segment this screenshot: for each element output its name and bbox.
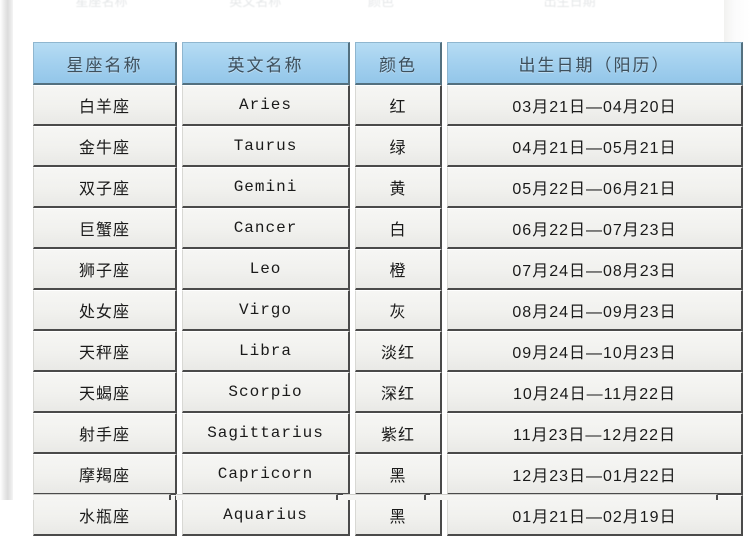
cell-name: 水瓶座 xyxy=(33,495,177,536)
cell-en: Leo xyxy=(182,249,350,290)
cell-color: 深红 xyxy=(355,372,442,413)
clipped-cell xyxy=(33,494,172,500)
cell-en: Scorpio xyxy=(182,372,350,413)
page-edge-shadow-left xyxy=(0,0,13,500)
cell-name: 白羊座 xyxy=(33,85,177,126)
zodiac-sign-table: 星座名称 英文名称 颜色 出生日期（阳历） 白羊座 Aries 红 03月21日—04月20… xyxy=(33,42,743,536)
cell-date: 03月21日—04月20日 xyxy=(447,85,743,126)
ghost-text-fragment: 英文名称 xyxy=(229,0,282,9)
cell-date: 01月21日—02月19日 xyxy=(447,495,743,536)
table-row: 双子座 Gemini 黄 05月22日—06月21日 xyxy=(33,167,743,208)
cell-en: Libra xyxy=(182,331,350,372)
table-row: 金牛座 Taurus 绿 04月21日—05月21日 xyxy=(33,126,743,167)
zodiac-table-container: 星座名称 英文名称 颜色 出生日期（阳历） 白羊座 Aries 红 03月21日—04月20… xyxy=(33,42,743,536)
column-header-en: 英文名称 xyxy=(182,42,350,85)
table-header: 星座名称 英文名称 颜色 出生日期（阳历） xyxy=(33,42,743,85)
cell-name: 金牛座 xyxy=(33,126,177,167)
ghost-text-fragment: 颜色 xyxy=(367,0,394,9)
cell-color: 红 xyxy=(355,85,442,126)
cell-en: Virgo xyxy=(182,290,350,331)
cell-en: Gemini xyxy=(182,167,350,208)
clipped-cell xyxy=(430,494,718,500)
cell-en: Sagittarius xyxy=(182,413,350,454)
cell-color: 黑 xyxy=(355,495,442,536)
column-header-name: 星座名称 xyxy=(33,42,177,85)
cell-color: 绿 xyxy=(355,126,442,167)
cell-date: 10月24日—11月22日 xyxy=(447,372,743,413)
table-row: 狮子座 Leo 橙 07月24日—08月23日 xyxy=(33,249,743,290)
bleed-through-ghost-text: 星座名称 英文名称 颜色 出生日期 xyxy=(33,0,718,10)
cell-name: 天秤座 xyxy=(33,331,177,372)
cell-date: 12月23日—01月22日 xyxy=(447,454,743,495)
cell-date: 04月21日—05月21日 xyxy=(447,126,743,167)
cell-en: Aries xyxy=(182,85,350,126)
cell-color: 橙 xyxy=(355,249,442,290)
column-header-date: 出生日期（阳历） xyxy=(447,42,743,85)
table-row: 天蝎座 Scorpio 深红 10月24日—11月22日 xyxy=(33,372,743,413)
cell-date: 09月24日—10月23日 xyxy=(447,331,743,372)
table-row: 射手座 Sagittarius 紫红 11月23日—12月22日 xyxy=(33,413,743,454)
ghost-text-fragment: 出生日期 xyxy=(543,0,596,9)
table-row: 天秤座 Libra 淡红 09月24日—10月23日 xyxy=(33,331,743,372)
cell-date: 07月24日—08月23日 xyxy=(447,249,743,290)
cell-name: 射手座 xyxy=(33,413,177,454)
table-row: 摩羯座 Capricorn 黑 12月23日—01月22日 xyxy=(33,454,743,495)
cell-name: 双子座 xyxy=(33,167,177,208)
cell-color: 黄 xyxy=(355,167,442,208)
column-header-color: 颜色 xyxy=(355,42,442,85)
cell-color: 灰 xyxy=(355,290,442,331)
clipped-partial-row xyxy=(33,494,718,500)
cell-color: 白 xyxy=(355,208,442,249)
clipped-cell xyxy=(176,494,339,500)
table-row: 白羊座 Aries 红 03月21日—04月20日 xyxy=(33,85,743,126)
cell-name: 摩羯座 xyxy=(33,454,177,495)
cell-name: 巨蟹座 xyxy=(33,208,177,249)
cell-date: 08月24日—09月23日 xyxy=(447,290,743,331)
cell-name: 狮子座 xyxy=(33,249,177,290)
cell-en: Aquarius xyxy=(182,495,350,536)
cell-color: 紫红 xyxy=(355,413,442,454)
table-row: 处女座 Virgo 灰 08月24日—09月23日 xyxy=(33,290,743,331)
ghost-text-fragment: 星座名称 xyxy=(75,0,128,9)
cell-date: 05月22日—06月21日 xyxy=(447,167,743,208)
cell-name: 处女座 xyxy=(33,290,177,331)
table-header-row: 星座名称 英文名称 颜色 出生日期（阳历） xyxy=(33,42,743,85)
table-body: 白羊座 Aries 红 03月21日—04月20日 金牛座 Taurus 绿 04月21日—0… xyxy=(33,85,743,536)
cell-date: 06月22日—07月23日 xyxy=(447,208,743,249)
cell-en: Capricorn xyxy=(182,454,350,495)
table-row: 巨蟹座 Cancer 白 06月22日—07月23日 xyxy=(33,208,743,249)
cell-color: 黑 xyxy=(355,454,442,495)
cell-name: 天蝎座 xyxy=(33,372,177,413)
cell-en: Cancer xyxy=(182,208,350,249)
cell-date: 11月23日—12月22日 xyxy=(447,413,743,454)
cell-color: 淡红 xyxy=(355,331,442,372)
table-row: 水瓶座 Aquarius 黑 01月21日—02月19日 xyxy=(33,495,743,536)
clipped-cell xyxy=(343,494,426,500)
cell-en: Taurus xyxy=(182,126,350,167)
